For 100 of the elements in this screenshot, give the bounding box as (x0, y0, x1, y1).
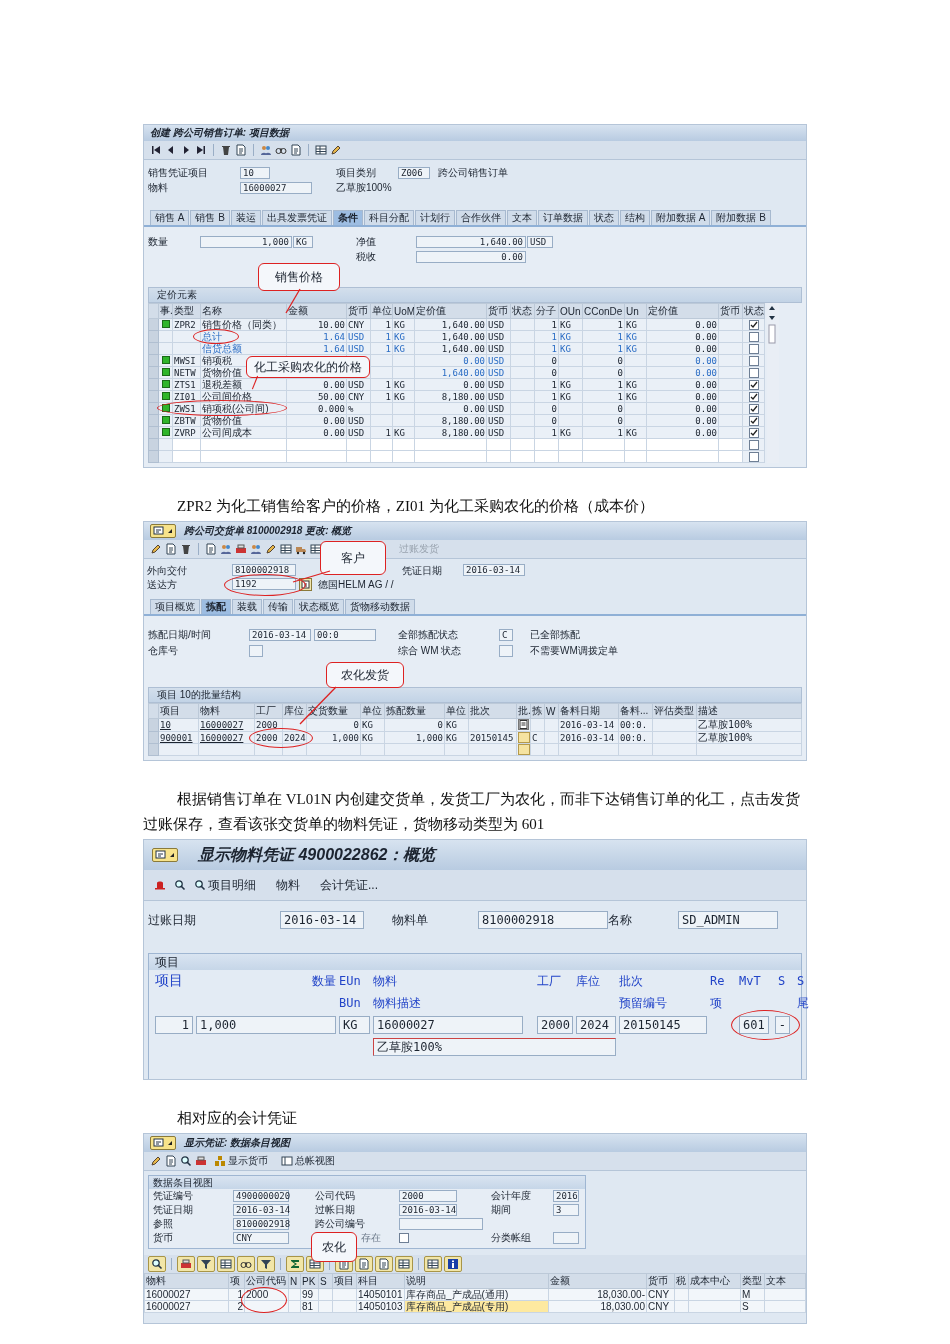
tab[interactable]: 订单数据 (537, 210, 588, 225)
column-header[interactable]: 单位 (360, 703, 385, 719)
checkbox[interactable] (748, 379, 759, 390)
column-header[interactable]: 单位 (370, 303, 393, 319)
input-field[interactable]: SD_ADMIN (678, 911, 778, 929)
tab[interactable]: 科目分配 (363, 210, 414, 225)
toolbar-button[interactable]: 总帐视图 (281, 1154, 335, 1168)
tab[interactable]: 装载 (232, 599, 262, 614)
printer-icon[interactable] (180, 1258, 192, 1270)
checkbox[interactable] (748, 403, 759, 414)
person-icon[interactable] (220, 543, 232, 555)
input-field[interactable] (399, 1218, 483, 1230)
column-header[interactable]: 项目 (158, 703, 199, 719)
input-field[interactable]: 2024 (576, 1016, 616, 1034)
filter-icon[interactable] (200, 1258, 212, 1270)
checkbox[interactable] (748, 427, 759, 438)
column-header[interactable]: 金额 (548, 1273, 647, 1289)
toolbar-button[interactable]: 显示货币 (214, 1154, 268, 1168)
input-field[interactable]: Z006 (398, 166, 430, 179)
pencil-icon[interactable] (330, 144, 342, 156)
column-header[interactable]: 货币 (646, 1273, 675, 1289)
tab[interactable]: 装运 (230, 210, 261, 225)
filter-icon[interactable] (260, 1258, 272, 1270)
document-icon[interactable] (165, 543, 177, 555)
input-field[interactable]: CNY (233, 1232, 289, 1244)
input-field[interactable]: 16000027 (240, 181, 312, 194)
input-field[interactable]: 601 (739, 1016, 769, 1034)
hat-icon[interactable] (154, 879, 166, 891)
checkbox[interactable] (748, 319, 759, 330)
menu-button[interactable] (150, 524, 176, 538)
tab[interactable]: 出具发票凭证 (261, 210, 332, 225)
document-icon[interactable] (205, 543, 217, 555)
input-field[interactable]: 00:0 (314, 628, 376, 641)
column-header[interactable]: 定价值 (414, 303, 487, 319)
checkbox[interactable] (748, 331, 759, 342)
tab[interactable]: 拣配 (201, 599, 231, 614)
checkbox[interactable] (748, 439, 759, 450)
input-field[interactable] (553, 1232, 579, 1244)
checkbox[interactable] (748, 391, 759, 402)
checkbox[interactable] (748, 343, 759, 354)
column-header[interactable]: 货币 (718, 303, 743, 319)
checkbox[interactable] (748, 415, 759, 426)
batch-button[interactable] (518, 719, 529, 730)
currency-field[interactable]: USD (527, 235, 553, 248)
input-field[interactable]: 3 (553, 1204, 579, 1216)
column-header[interactable]: 成本中心 (688, 1273, 741, 1289)
table-icon[interactable] (220, 1258, 232, 1270)
column-header[interactable]: 科目 (356, 1273, 405, 1289)
table-icon[interactable] (427, 1258, 439, 1270)
people-icon[interactable] (250, 543, 262, 555)
input-field[interactable]: 8100002918 (233, 1218, 289, 1230)
input-field[interactable]: 1,000 (196, 1016, 336, 1034)
people-icon[interactable] (260, 144, 272, 156)
input-field[interactable]: - (774, 1016, 790, 1034)
input-field[interactable]: 2016-03-14 (249, 628, 311, 641)
tab[interactable]: 计划行 (414, 210, 455, 225)
input-field[interactable] (249, 644, 263, 657)
first-page-icon[interactable] (150, 144, 162, 156)
column-header[interactable]: 项目 (332, 1273, 357, 1289)
input-field[interactable]: 1,000 (200, 235, 292, 248)
input-field[interactable]: 2000 (537, 1016, 573, 1034)
column-header[interactable]: 类型 (172, 303, 201, 319)
column-header[interactable]: 物料 (144, 1273, 229, 1289)
printer-icon[interactable] (195, 1155, 207, 1167)
input-field[interactable]: 2000 (399, 1190, 457, 1202)
input-field[interactable]: KG (339, 1016, 370, 1034)
column-header[interactable]: 库位 (282, 703, 307, 719)
trash-icon[interactable] (180, 543, 192, 555)
table-icon[interactable] (280, 543, 292, 555)
column-header[interactable]: 货币 (346, 303, 371, 319)
column-header[interactable]: 物料 (198, 703, 255, 719)
column-header[interactable]: OUn (558, 303, 583, 319)
toolbar-button[interactable]: 物料 (276, 876, 300, 894)
tab[interactable]: 状态 (588, 210, 619, 225)
sum-icon[interactable] (289, 1258, 301, 1270)
tab[interactable]: 条件 (332, 210, 363, 225)
last-page-icon[interactable] (195, 144, 207, 156)
input-field[interactable]: 16000027 (373, 1016, 523, 1034)
input-field[interactable]: 2016-03-14 (233, 1204, 289, 1216)
pencil-icon[interactable] (150, 1155, 162, 1167)
tab[interactable]: 销售 B (190, 210, 230, 225)
column-header[interactable]: 备料日期 (558, 703, 619, 719)
checkbox[interactable] (748, 367, 759, 378)
checkbox[interactable] (399, 1233, 409, 1243)
checkbox[interactable] (748, 451, 759, 462)
trash-icon[interactable] (220, 144, 232, 156)
column-header[interactable]: 状态 (742, 303, 765, 319)
document-icon[interactable] (378, 1258, 390, 1270)
tab[interactable]: 附加数据 B (711, 210, 771, 225)
input-field[interactable]: 1192 (232, 578, 296, 590)
search-icon[interactable] (174, 879, 186, 891)
document-icon[interactable] (290, 144, 302, 156)
tab[interactable]: 结构 (619, 210, 650, 225)
table-link[interactable]: 10 (160, 720, 171, 730)
tab[interactable]: 合作伙伴 (455, 210, 506, 225)
column-header[interactable]: 货币 (486, 303, 511, 319)
tab[interactable]: 项目概览 (150, 599, 200, 614)
unit-field[interactable]: KG (293, 235, 313, 248)
toolbar-button[interactable]: 会计凭证... (320, 876, 378, 894)
tab[interactable]: 文本 (506, 210, 537, 225)
